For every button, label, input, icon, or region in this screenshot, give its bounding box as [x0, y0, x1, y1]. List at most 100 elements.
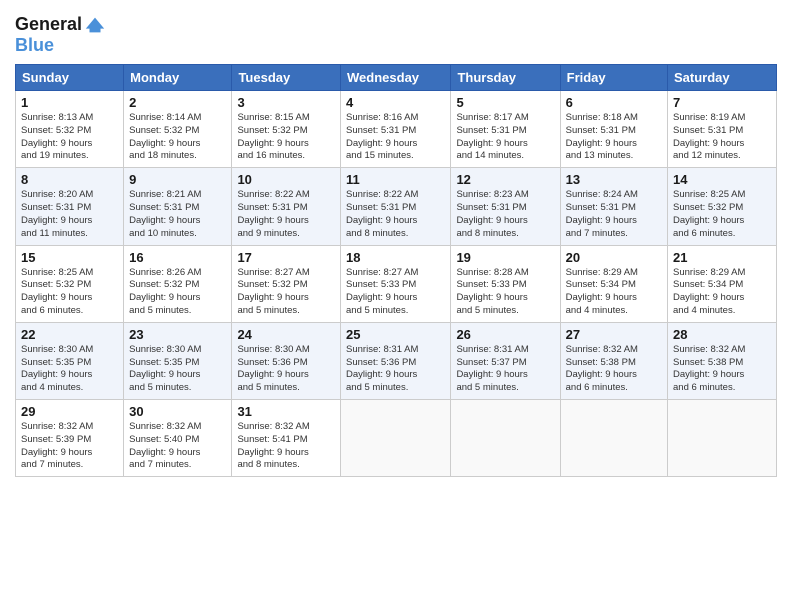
day-info: Sunrise: 8:32 AM Sunset: 5:40 PM Dayligh… — [129, 421, 226, 472]
week-row-3: 15 Sunrise: 8:25 AM Sunset: 5:32 PM Dayli… — [16, 245, 777, 322]
day-number: 21 — [673, 250, 771, 265]
header: General Blue — [15, 10, 777, 56]
calendar-cell: 21 Sunrise: 8:29 AM Sunset: 5:34 PM Dayli… — [668, 245, 777, 322]
calendar-cell: 4 Sunrise: 8:16 AM Sunset: 5:31 PM Daylig… — [341, 91, 451, 168]
day-number: 4 — [346, 95, 445, 110]
day-number: 12 — [456, 172, 554, 187]
day-number: 3 — [237, 95, 335, 110]
day-info: Sunrise: 8:27 AM Sunset: 5:33 PM Dayligh… — [346, 267, 445, 318]
logo-text-line2: Blue — [15, 35, 54, 55]
calendar-cell: 30 Sunrise: 8:32 AM Sunset: 5:40 PM Dayli… — [124, 400, 232, 477]
page-container: General Blue SundayMondayTuesdayWednesda… — [0, 0, 792, 487]
calendar-cell: 13Sunrise: 8:24 AM Sunset: 5:31 PM Dayli… — [560, 168, 667, 245]
calendar-table: SundayMondayTuesdayWednesdayThursdayFrid… — [15, 64, 777, 477]
day-info: Sunrise: 8:26 AM Sunset: 5:32 PM Dayligh… — [129, 267, 226, 318]
day-info: Sunrise: 8:14 AM Sunset: 5:32 PM Dayligh… — [129, 112, 226, 163]
calendar-cell: 15 Sunrise: 8:25 AM Sunset: 5:32 PM Dayli… — [16, 245, 124, 322]
day-number: 20 — [566, 250, 662, 265]
calendar-cell — [560, 400, 667, 477]
weekday-header-tuesday: Tuesday — [232, 65, 341, 91]
weekday-header-thursday: Thursday — [451, 65, 560, 91]
day-number: 19 — [456, 250, 554, 265]
weekday-header-monday: Monday — [124, 65, 232, 91]
day-info: Sunrise: 8:25 AM Sunset: 5:32 PM Dayligh… — [21, 267, 118, 318]
day-number: 10 — [237, 172, 335, 187]
day-number: 14 — [673, 172, 771, 187]
day-number: 2 — [129, 95, 226, 110]
day-info: Sunrise: 8:22 AM Sunset: 5:31 PM Dayligh… — [346, 189, 445, 240]
calendar-cell: 11 Sunrise: 8:22 AM Sunset: 5:31 PM Dayli… — [341, 168, 451, 245]
calendar-cell: 28Sunrise: 8:32 AM Sunset: 5:38 PM Dayli… — [668, 322, 777, 399]
day-number: 11 — [346, 172, 445, 187]
weekday-header-row: SundayMondayTuesdayWednesdayThursdayFrid… — [16, 65, 777, 91]
calendar-cell: 29 Sunrise: 8:32 AM Sunset: 5:39 PM Dayli… — [16, 400, 124, 477]
day-number: 27 — [566, 327, 662, 342]
day-info: Sunrise: 8:27 AM Sunset: 5:32 PM Dayligh… — [237, 267, 335, 318]
calendar-cell: 19 Sunrise: 8:28 AM Sunset: 5:33 PM Dayli… — [451, 245, 560, 322]
day-number: 29 — [21, 404, 118, 419]
calendar-cell — [341, 400, 451, 477]
day-info: Sunrise: 8:29 AM Sunset: 5:34 PM Dayligh… — [673, 267, 771, 318]
day-number: 22 — [21, 327, 118, 342]
calendar-cell: 24Sunrise: 8:30 AM Sunset: 5:36 PM Dayli… — [232, 322, 341, 399]
logo-icon — [84, 14, 106, 36]
day-info: Sunrise: 8:25 AM Sunset: 5:32 PM Dayligh… — [673, 189, 771, 240]
day-info: Sunrise: 8:15 AM Sunset: 5:32 PM Dayligh… — [237, 112, 335, 163]
calendar-cell: 17 Sunrise: 8:27 AM Sunset: 5:32 PM Dayli… — [232, 245, 341, 322]
day-info: Sunrise: 8:31 AM Sunset: 5:37 PM Dayligh… — [456, 344, 554, 395]
day-number: 31 — [237, 404, 335, 419]
calendar-cell: 18 Sunrise: 8:27 AM Sunset: 5:33 PM Dayli… — [341, 245, 451, 322]
calendar-cell — [451, 400, 560, 477]
calendar-cell: 7 Sunrise: 8:19 AM Sunset: 5:31 PM Daylig… — [668, 91, 777, 168]
day-number: 7 — [673, 95, 771, 110]
week-row-1: 1 Sunrise: 8:13 AM Sunset: 5:32 PM Daylig… — [16, 91, 777, 168]
weekday-header-wednesday: Wednesday — [341, 65, 451, 91]
day-number: 23 — [129, 327, 226, 342]
day-number: 18 — [346, 250, 445, 265]
logo-text-line1: General — [15, 15, 82, 35]
day-number: 28 — [673, 327, 771, 342]
day-number: 25 — [346, 327, 445, 342]
day-number: 30 — [129, 404, 226, 419]
calendar-cell: 20 Sunrise: 8:29 AM Sunset: 5:34 PM Dayli… — [560, 245, 667, 322]
calendar-cell: 14 Sunrise: 8:25 AM Sunset: 5:32 PM Dayli… — [668, 168, 777, 245]
logo: General Blue — [15, 14, 106, 56]
day-number: 16 — [129, 250, 226, 265]
calendar-cell: 27 Sunrise: 8:32 AM Sunset: 5:38 PM Dayli… — [560, 322, 667, 399]
day-info: Sunrise: 8:28 AM Sunset: 5:33 PM Dayligh… — [456, 267, 554, 318]
day-info: Sunrise: 8:19 AM Sunset: 5:31 PM Dayligh… — [673, 112, 771, 163]
day-info: Sunrise: 8:32 AM Sunset: 5:38 PM Dayligh… — [566, 344, 662, 395]
calendar-cell: 2 Sunrise: 8:14 AM Sunset: 5:32 PM Daylig… — [124, 91, 232, 168]
day-info: Sunrise: 8:30 AM Sunset: 5:35 PM Dayligh… — [129, 344, 226, 395]
calendar-cell: 26Sunrise: 8:31 AM Sunset: 5:37 PM Dayli… — [451, 322, 560, 399]
day-info: Sunrise: 8:32 AM Sunset: 5:41 PM Dayligh… — [237, 421, 335, 472]
calendar-cell: 10Sunrise: 8:22 AM Sunset: 5:31 PM Dayli… — [232, 168, 341, 245]
calendar-cell: 1 Sunrise: 8:13 AM Sunset: 5:32 PM Daylig… — [16, 91, 124, 168]
weekday-header-saturday: Saturday — [668, 65, 777, 91]
calendar-cell — [668, 400, 777, 477]
day-info: Sunrise: 8:30 AM Sunset: 5:35 PM Dayligh… — [21, 344, 118, 395]
calendar-cell: 23 Sunrise: 8:30 AM Sunset: 5:35 PM Dayli… — [124, 322, 232, 399]
calendar-cell: 6Sunrise: 8:18 AM Sunset: 5:31 PM Daylig… — [560, 91, 667, 168]
calendar-cell: 8Sunrise: 8:20 AM Sunset: 5:31 PM Daylig… — [16, 168, 124, 245]
day-number: 1 — [21, 95, 118, 110]
day-number: 6 — [566, 95, 662, 110]
day-number: 8 — [21, 172, 118, 187]
day-info: Sunrise: 8:21 AM Sunset: 5:31 PM Dayligh… — [129, 189, 226, 240]
day-info: Sunrise: 8:32 AM Sunset: 5:39 PM Dayligh… — [21, 421, 118, 472]
weekday-header-sunday: Sunday — [16, 65, 124, 91]
day-number: 24 — [237, 327, 335, 342]
day-number: 17 — [237, 250, 335, 265]
day-info: Sunrise: 8:13 AM Sunset: 5:32 PM Dayligh… — [21, 112, 118, 163]
day-info: Sunrise: 8:29 AM Sunset: 5:34 PM Dayligh… — [566, 267, 662, 318]
calendar-cell: 3 Sunrise: 8:15 AM Sunset: 5:32 PM Daylig… — [232, 91, 341, 168]
week-row-2: 8Sunrise: 8:20 AM Sunset: 5:31 PM Daylig… — [16, 168, 777, 245]
day-number: 9 — [129, 172, 226, 187]
day-number: 15 — [21, 250, 118, 265]
calendar-cell: 12Sunrise: 8:23 AM Sunset: 5:31 PM Dayli… — [451, 168, 560, 245]
week-row-5: 29 Sunrise: 8:32 AM Sunset: 5:39 PM Dayli… — [16, 400, 777, 477]
day-info: Sunrise: 8:17 AM Sunset: 5:31 PM Dayligh… — [456, 112, 554, 163]
calendar-cell: 9 Sunrise: 8:21 AM Sunset: 5:31 PM Daylig… — [124, 168, 232, 245]
day-info: Sunrise: 8:16 AM Sunset: 5:31 PM Dayligh… — [346, 112, 445, 163]
calendar-cell: 16 Sunrise: 8:26 AM Sunset: 5:32 PM Dayli… — [124, 245, 232, 322]
